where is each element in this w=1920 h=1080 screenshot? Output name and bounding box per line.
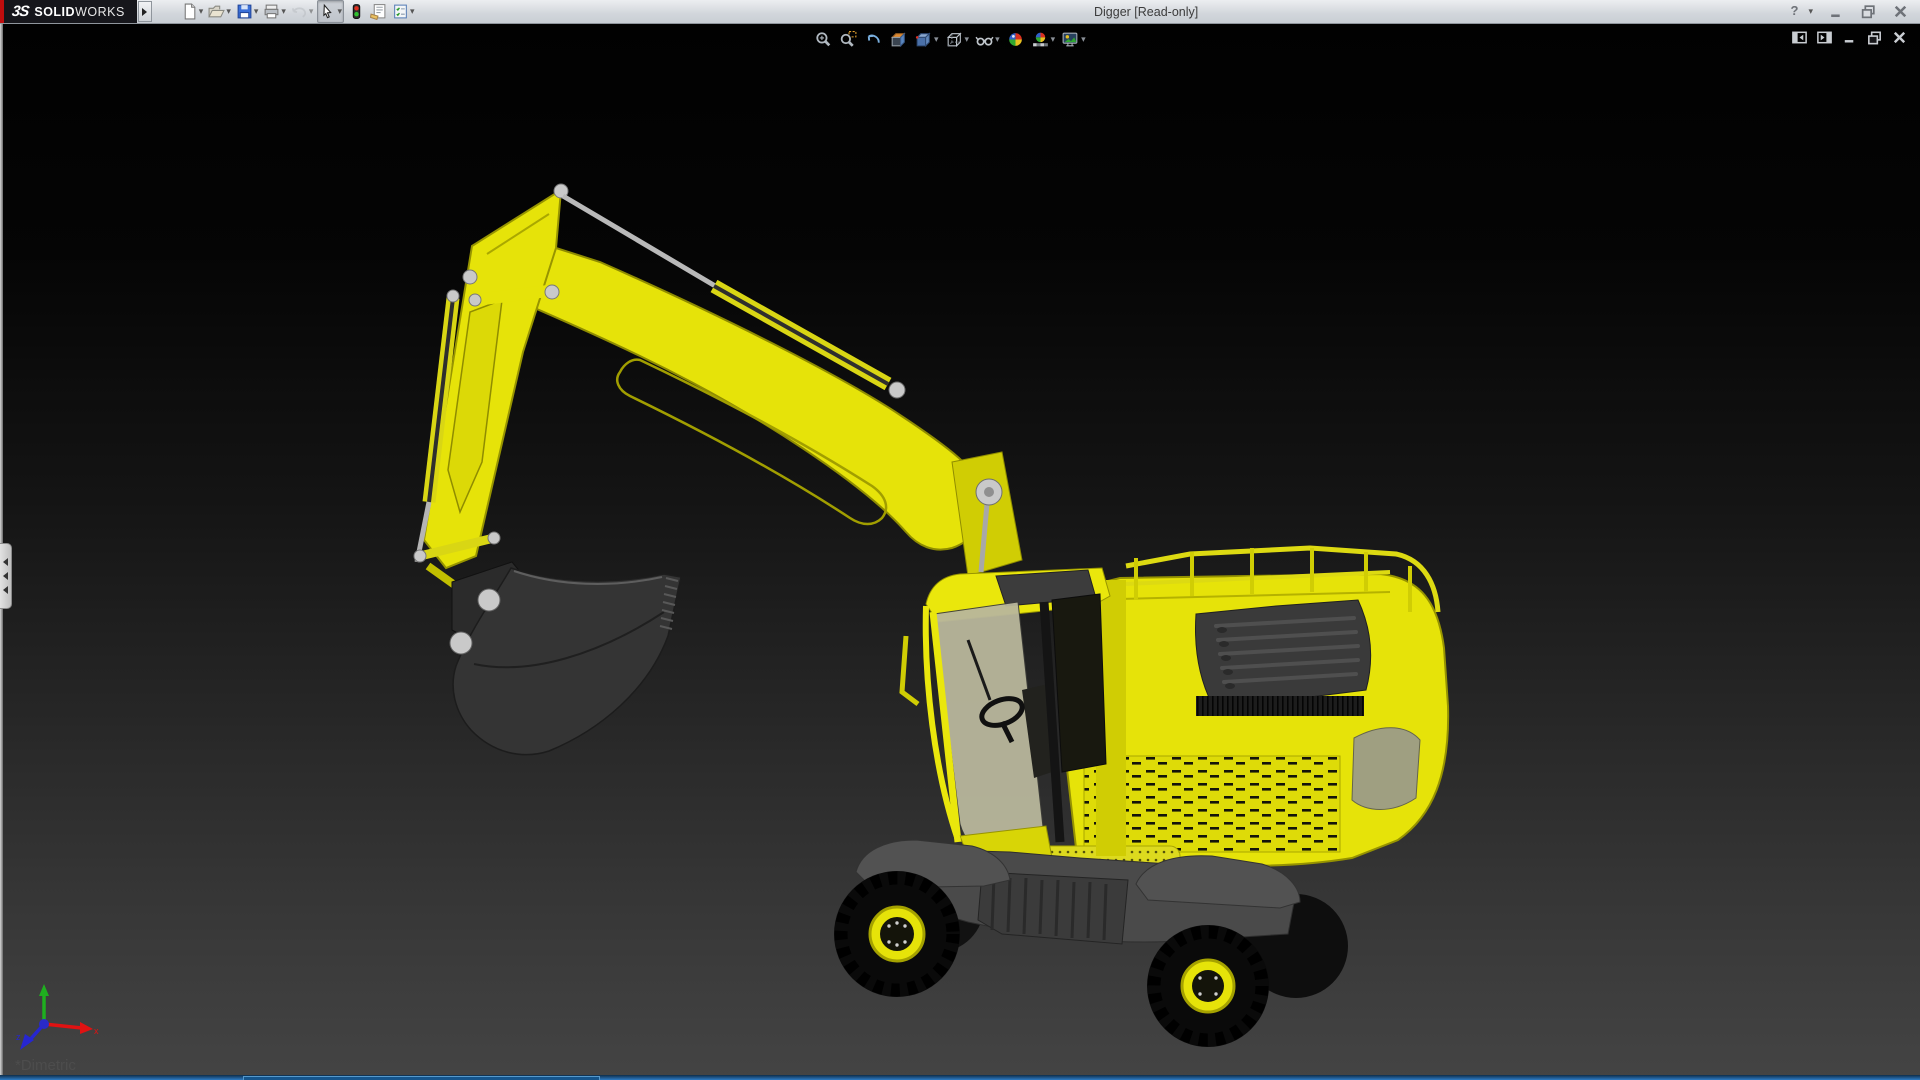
file-properties-icon	[370, 3, 387, 20]
dropdown-caret[interactable]: ▾	[410, 7, 415, 16]
graphics-viewport[interactable]: ▾ ▾ ▾ ▾ ▾ x z *Dimetric	[0, 23, 1920, 1080]
dropdown-caret[interactable]: ▾	[1808, 7, 1813, 16]
dropdown-caret[interactable]: ▾	[309, 7, 314, 16]
section-view-icon	[889, 30, 908, 49]
file-properties-button[interactable]	[369, 1, 388, 22]
pane-toggle-left-button[interactable]	[1791, 29, 1808, 51]
standard-toolbar: ▾ ▾ ▾ ▾ ▾ ▾ ▾	[180, 0, 416, 23]
rebuild-icon	[348, 3, 365, 20]
title-bar: 3S SOLID WORKS ▾ ▾ ▾ ▾ ▾ ▾ ▾ Digger [Read-only…	[0, 0, 1920, 24]
dropdown-caret[interactable]: ▾	[281, 7, 286, 16]
close-document-button[interactable]	[1891, 29, 1908, 51]
new-document-button[interactable]: ▾	[180, 1, 205, 22]
brand-text-works: WORKS	[75, 5, 125, 19]
collapse-arrow-icon	[3, 572, 8, 580]
z-axis-label: z	[16, 1032, 21, 1042]
reference-triad: x z	[14, 982, 106, 1054]
minimize-window-button[interactable]	[1827, 1, 1846, 22]
rear-wheel[interactable]	[1147, 925, 1269, 1047]
minimize-window-icon	[1828, 3, 1845, 20]
pane-toggle-right-button[interactable]	[1816, 29, 1833, 51]
display-style-button[interactable]: ▾	[943, 28, 972, 50]
pane-toggle-left-icon	[1791, 29, 1808, 46]
close-window-icon	[1892, 3, 1909, 20]
collapse-arrow-icon	[3, 586, 8, 594]
new-document-icon	[181, 3, 198, 20]
view-settings-button[interactable]: ▾	[1059, 28, 1088, 50]
help-button[interactable]: ?▾	[1789, 1, 1814, 22]
x-axis-label: x	[94, 1026, 99, 1036]
window-controls: ?▾	[1789, 0, 1910, 23]
dropdown-caret[interactable]: ▾	[1051, 35, 1056, 44]
section-view-button[interactable]	[887, 28, 910, 50]
undo-icon	[291, 3, 308, 20]
options-button[interactable]: ▾	[391, 1, 416, 22]
close-document-icon	[1891, 29, 1908, 46]
bucket[interactable]	[450, 562, 681, 755]
dropdown-caret[interactable]: ▾	[226, 7, 231, 16]
view-orientation-button[interactable]: ▾	[912, 28, 941, 50]
dropdown-caret[interactable]: ▾	[254, 7, 259, 16]
restore-document-icon	[1866, 29, 1883, 46]
excavator-model[interactable]	[0, 23, 1920, 1080]
document-window-controls	[1791, 29, 1908, 51]
solidworks-logo: 3S SOLID WORKS	[4, 0, 137, 23]
apply-scene-icon	[1031, 30, 1050, 49]
undo-button[interactable]: ▾	[290, 1, 315, 22]
solidworks-logo-mark: 3S	[11, 3, 30, 20]
minimize-document-icon	[1841, 29, 1858, 46]
hide-show-items-icon	[975, 30, 994, 49]
print-document-button[interactable]: ▾	[262, 1, 287, 22]
feature-manager-collapse-tab[interactable]	[0, 543, 12, 609]
dropdown-caret[interactable]: ▾	[965, 35, 970, 44]
view-orientation-icon	[914, 30, 933, 49]
previous-view-button[interactable]	[862, 28, 885, 50]
taskbar-edge	[0, 1075, 1920, 1080]
zoom-to-fit-button[interactable]	[812, 28, 835, 50]
edit-appearance-icon	[1006, 30, 1025, 49]
view-settings-icon	[1061, 30, 1080, 49]
hide-show-items-button[interactable]: ▾	[973, 28, 1002, 50]
restore-document-button[interactable]	[1866, 29, 1883, 51]
dropdown-caret[interactable]: ▾	[995, 35, 1000, 44]
save-document-icon	[236, 3, 253, 20]
print-document-icon	[263, 3, 280, 20]
rebuild-button[interactable]	[347, 1, 366, 22]
pane-toggle-right-icon	[1816, 29, 1833, 46]
dropdown-caret[interactable]: ▾	[337, 7, 342, 16]
previous-view-icon	[864, 30, 883, 49]
open-document-icon	[208, 3, 225, 20]
boom[interactable]	[530, 248, 986, 550]
zoom-to-area-button[interactable]	[837, 28, 860, 50]
zoom-to-area-icon	[839, 30, 858, 49]
close-window-button[interactable]	[1891, 1, 1910, 22]
restore-window-icon	[1860, 3, 1877, 20]
window-title: Digger [Read-only]	[1094, 5, 1198, 19]
zoom-to-fit-icon	[814, 30, 833, 49]
help-icon: ?	[1790, 3, 1807, 20]
dropdown-caret[interactable]: ▾	[934, 35, 939, 44]
collapse-arrow-icon	[3, 558, 8, 566]
select-tool-button[interactable]: ▾	[317, 0, 344, 23]
front-wheel[interactable]	[834, 871, 960, 997]
apply-scene-button[interactable]: ▾	[1029, 28, 1058, 50]
menu-expand-tab[interactable]	[138, 1, 152, 22]
dropdown-caret[interactable]: ▾	[1081, 35, 1086, 44]
options-icon	[392, 3, 409, 20]
heads-up-view-toolbar: ▾ ▾ ▾ ▾ ▾	[812, 28, 1088, 50]
edit-appearance-button[interactable]	[1004, 28, 1027, 50]
minimize-document-button[interactable]	[1841, 29, 1858, 51]
taskbar-window-segment	[243, 1076, 600, 1080]
select-tool-icon	[319, 3, 336, 20]
display-style-icon	[945, 30, 964, 49]
boom-pivot[interactable]	[952, 452, 1022, 576]
open-document-button[interactable]: ▾	[207, 1, 232, 22]
save-document-button[interactable]: ▾	[235, 1, 260, 22]
brand-text-solid: SOLID	[34, 5, 75, 19]
restore-window-button[interactable]	[1859, 1, 1878, 22]
dropdown-caret[interactable]: ▾	[199, 7, 204, 16]
view-orientation-label: *Dimetric	[15, 1057, 76, 1074]
